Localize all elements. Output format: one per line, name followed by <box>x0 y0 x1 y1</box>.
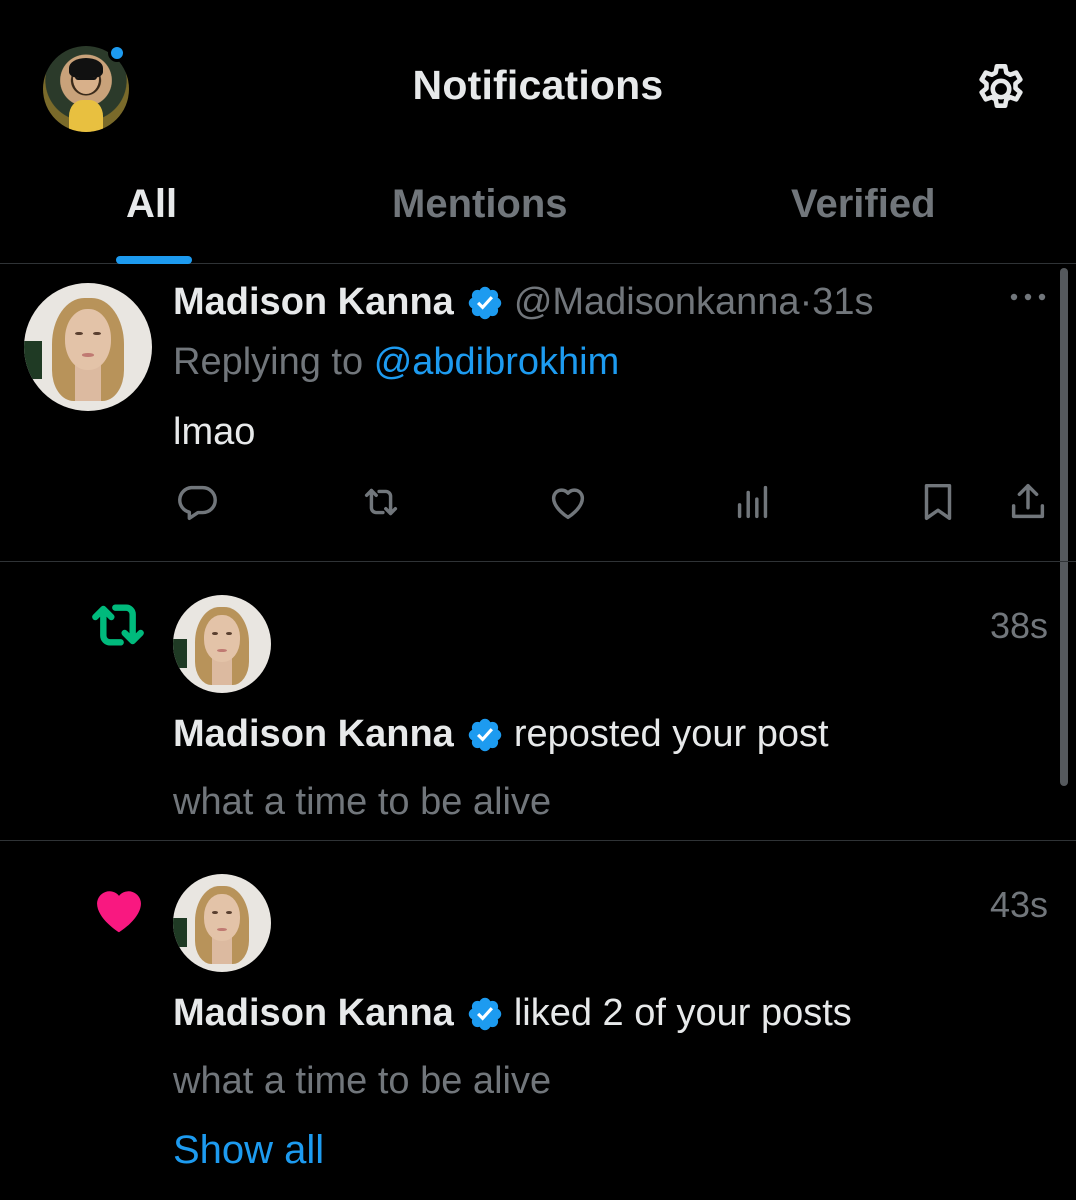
tab-all[interactable]: All <box>126 182 177 227</box>
repost-icon <box>86 593 150 657</box>
top-bar: Notifications <box>0 0 1076 170</box>
avatar[interactable] <box>173 595 271 693</box>
timestamp: 43s <box>989 884 1048 925</box>
author-handle: @Madisonkanna <box>513 281 800 323</box>
repost-icon[interactable] <box>358 479 404 525</box>
notification-line: Madison Kanna liked 2 of your posts <box>173 992 852 1035</box>
like-icon[interactable] <box>545 479 591 525</box>
tab-verified[interactable]: Verified <box>791 182 936 227</box>
author-name[interactable]: Madison Kanna <box>173 281 454 324</box>
more-options-icon[interactable] <box>1008 291 1048 303</box>
show-all-link[interactable]: Show all <box>173 1128 324 1173</box>
notification-tabs: All Mentions Verified <box>0 170 1076 264</box>
views-icon[interactable] <box>730 479 776 525</box>
active-tab-indicator <box>116 256 192 264</box>
notification-action-text: liked 2 of your posts <box>513 992 852 1034</box>
heart-icon <box>88 878 152 942</box>
bookmark-icon[interactable] <box>915 479 961 525</box>
tab-mentions[interactable]: Mentions <box>392 182 568 227</box>
share-icon[interactable] <box>1005 479 1051 525</box>
reply-notification[interactable]: Madison Kanna @Madisonkanna · 31s Replyi… <box>0 265 1076 562</box>
post-snippet: what a time to be alive <box>173 1060 552 1102</box>
replying-to-line: Replying to @abdibrokhim <box>173 341 619 384</box>
replying-to-prefix: Replying to <box>173 341 364 383</box>
settings-gear-icon[interactable] <box>972 60 1030 118</box>
avatar[interactable] <box>24 283 152 411</box>
post-actions <box>0 479 1076 529</box>
separator-dot: · <box>799 281 813 323</box>
author-line: Madison Kanna @Madisonkanna · 31s <box>173 281 874 324</box>
author-name[interactable]: Madison Kanna <box>173 992 454 1035</box>
notification-line: Madison Kanna reposted your post <box>173 713 829 756</box>
page-title: Notifications <box>412 62 664 108</box>
like-notification[interactable]: 43s Madison Kanna liked 2 of your posts … <box>0 842 1076 1200</box>
reply-icon[interactable] <box>174 479 220 525</box>
verified-badge-icon <box>466 995 504 1033</box>
notification-action-text: reposted your post <box>513 713 829 755</box>
timestamp: 31s <box>812 281 874 323</box>
verified-badge-icon <box>466 284 504 322</box>
unread-indicator-dot <box>108 44 126 62</box>
repost-notification[interactable]: 38s Madison Kanna reposted your post wha… <box>0 563 1076 841</box>
verified-badge-icon <box>466 716 504 754</box>
timestamp: 38s <box>989 605 1048 646</box>
avatar[interactable] <box>173 874 271 972</box>
mention-link[interactable]: @abdibrokhim <box>374 341 620 383</box>
post-snippet: what a time to be alive <box>173 781 552 823</box>
notifications-screen: Notifications All Mentions Verified Madi… <box>0 0 1076 1200</box>
author-name[interactable]: Madison Kanna <box>173 713 454 756</box>
post-text: lmao <box>173 411 256 453</box>
